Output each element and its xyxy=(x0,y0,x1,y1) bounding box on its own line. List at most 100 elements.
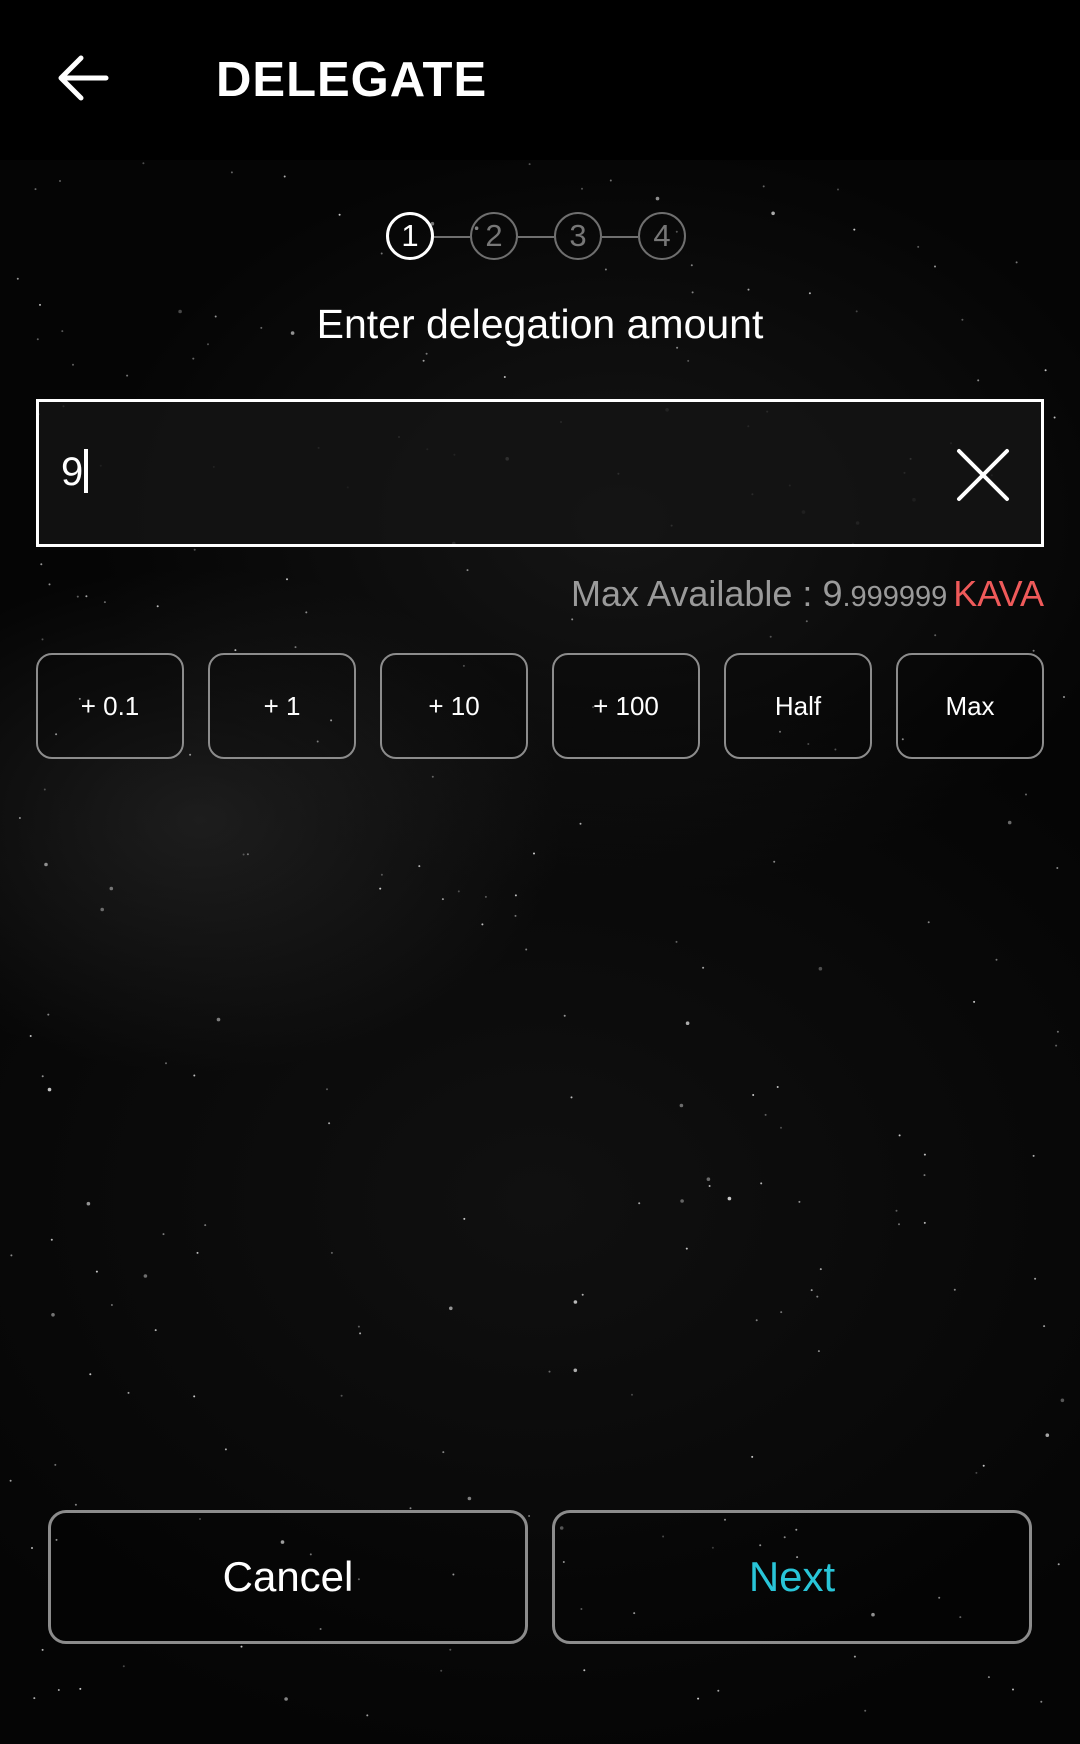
star-dot xyxy=(328,1122,331,1125)
star-dot xyxy=(1057,1563,1060,1566)
star-dot xyxy=(1040,1700,1043,1703)
star-dot xyxy=(573,1300,578,1304)
star-dot xyxy=(340,1394,343,1397)
max-available: Max Available : 9.999999 KAVA xyxy=(571,570,1044,618)
star-dot xyxy=(751,1455,754,1458)
amount-value-wrapper: 9 xyxy=(61,448,89,496)
star-dot xyxy=(284,1697,288,1701)
back-button[interactable] xyxy=(50,45,120,115)
star-dot xyxy=(764,1113,767,1116)
star-dot xyxy=(680,1199,684,1203)
star-dot xyxy=(579,822,582,825)
star-dot xyxy=(29,1035,32,1037)
star-dot xyxy=(702,966,705,969)
star-dot xyxy=(18,817,21,819)
star-dot xyxy=(330,1251,333,1254)
star-dot xyxy=(74,1503,77,1506)
star-dot xyxy=(771,211,775,216)
star-dot xyxy=(583,1669,586,1672)
star-dot xyxy=(1044,369,1047,372)
star-dot xyxy=(110,1304,113,1306)
next-button[interactable]: Next xyxy=(552,1510,1032,1644)
max-available-integer: 9 xyxy=(822,573,843,614)
clear-button[interactable] xyxy=(955,447,1011,503)
star-dot xyxy=(165,1062,167,1065)
star-dot xyxy=(810,1289,813,1292)
add-0-1-button[interactable]: + 0.1 xyxy=(36,653,184,759)
star-dot xyxy=(1056,867,1059,869)
add-10-button[interactable]: + 10 xyxy=(380,653,528,759)
star-dot xyxy=(927,921,930,924)
star-dot xyxy=(326,1088,328,1091)
max-available-decimals: .999999 xyxy=(842,581,948,613)
star-dot xyxy=(934,265,936,268)
add-1-button[interactable]: + 1 xyxy=(208,653,356,759)
star-dot xyxy=(126,374,129,377)
star-dot xyxy=(717,1689,720,1692)
half-button[interactable]: Half xyxy=(724,653,872,759)
star-dot xyxy=(917,245,920,248)
max-button[interactable]: Max xyxy=(896,653,1044,759)
star-dot xyxy=(196,1251,199,1254)
star-dot xyxy=(122,1665,125,1668)
star-dot xyxy=(10,1254,13,1257)
star-dot xyxy=(570,1096,573,1099)
star-dot xyxy=(440,1669,443,1672)
star-dot xyxy=(1063,696,1065,698)
star-dot xyxy=(747,288,750,291)
star-dot xyxy=(769,635,772,638)
star-dot xyxy=(59,180,61,182)
star-dot xyxy=(50,1238,53,1241)
star-dot xyxy=(425,352,428,355)
star-dot xyxy=(571,618,574,621)
add-100-button[interactable]: + 100 xyxy=(552,653,700,759)
star-dot xyxy=(85,595,88,598)
star-dot xyxy=(528,1515,531,1517)
star-dot xyxy=(837,188,839,191)
star-dot xyxy=(162,1233,165,1236)
step-connector xyxy=(518,236,554,238)
star-dot xyxy=(1012,1688,1014,1691)
star-dot xyxy=(1034,1277,1037,1280)
star-dot xyxy=(47,1087,52,1092)
star-dot xyxy=(898,1134,901,1137)
star-dot xyxy=(484,895,487,898)
star-dot xyxy=(51,1313,55,1317)
star-dot xyxy=(685,1247,688,1250)
star-dot xyxy=(1025,793,1027,796)
star-dot xyxy=(40,563,43,566)
cancel-button[interactable]: Cancel xyxy=(48,1510,528,1644)
star-dot xyxy=(449,1306,453,1311)
star-dot xyxy=(294,646,297,649)
star-dot xyxy=(973,1000,976,1003)
star-dot xyxy=(898,1223,900,1226)
star-dot xyxy=(283,175,286,178)
star-dot xyxy=(995,958,998,961)
text-cursor xyxy=(84,449,89,493)
star-dot xyxy=(47,1013,50,1016)
star-dot xyxy=(706,1177,711,1181)
star-dot xyxy=(357,1325,360,1328)
star-dot xyxy=(431,775,434,778)
star-dot xyxy=(95,1270,98,1273)
star-dot xyxy=(359,1332,362,1335)
app-bar: DELEGATE xyxy=(0,0,1080,160)
max-available-denom: KAVA xyxy=(953,573,1044,614)
star-dot xyxy=(189,753,192,756)
star-dot xyxy=(44,862,48,867)
star-dot xyxy=(1015,261,1018,264)
star-dot xyxy=(156,605,159,608)
amount-input[interactable]: 9 xyxy=(36,399,1044,547)
star-dot xyxy=(457,890,460,893)
star-dot xyxy=(1055,1044,1058,1047)
star-dot xyxy=(127,1391,130,1394)
star-dot xyxy=(923,1174,926,1177)
star-dot xyxy=(525,948,528,951)
star-dot xyxy=(1032,649,1035,652)
step-connector xyxy=(434,236,470,238)
step-connector xyxy=(602,236,638,238)
star-dot xyxy=(109,886,114,891)
star-dot xyxy=(305,611,308,614)
star-dot xyxy=(953,1288,956,1291)
step-2: 2 xyxy=(470,212,518,260)
